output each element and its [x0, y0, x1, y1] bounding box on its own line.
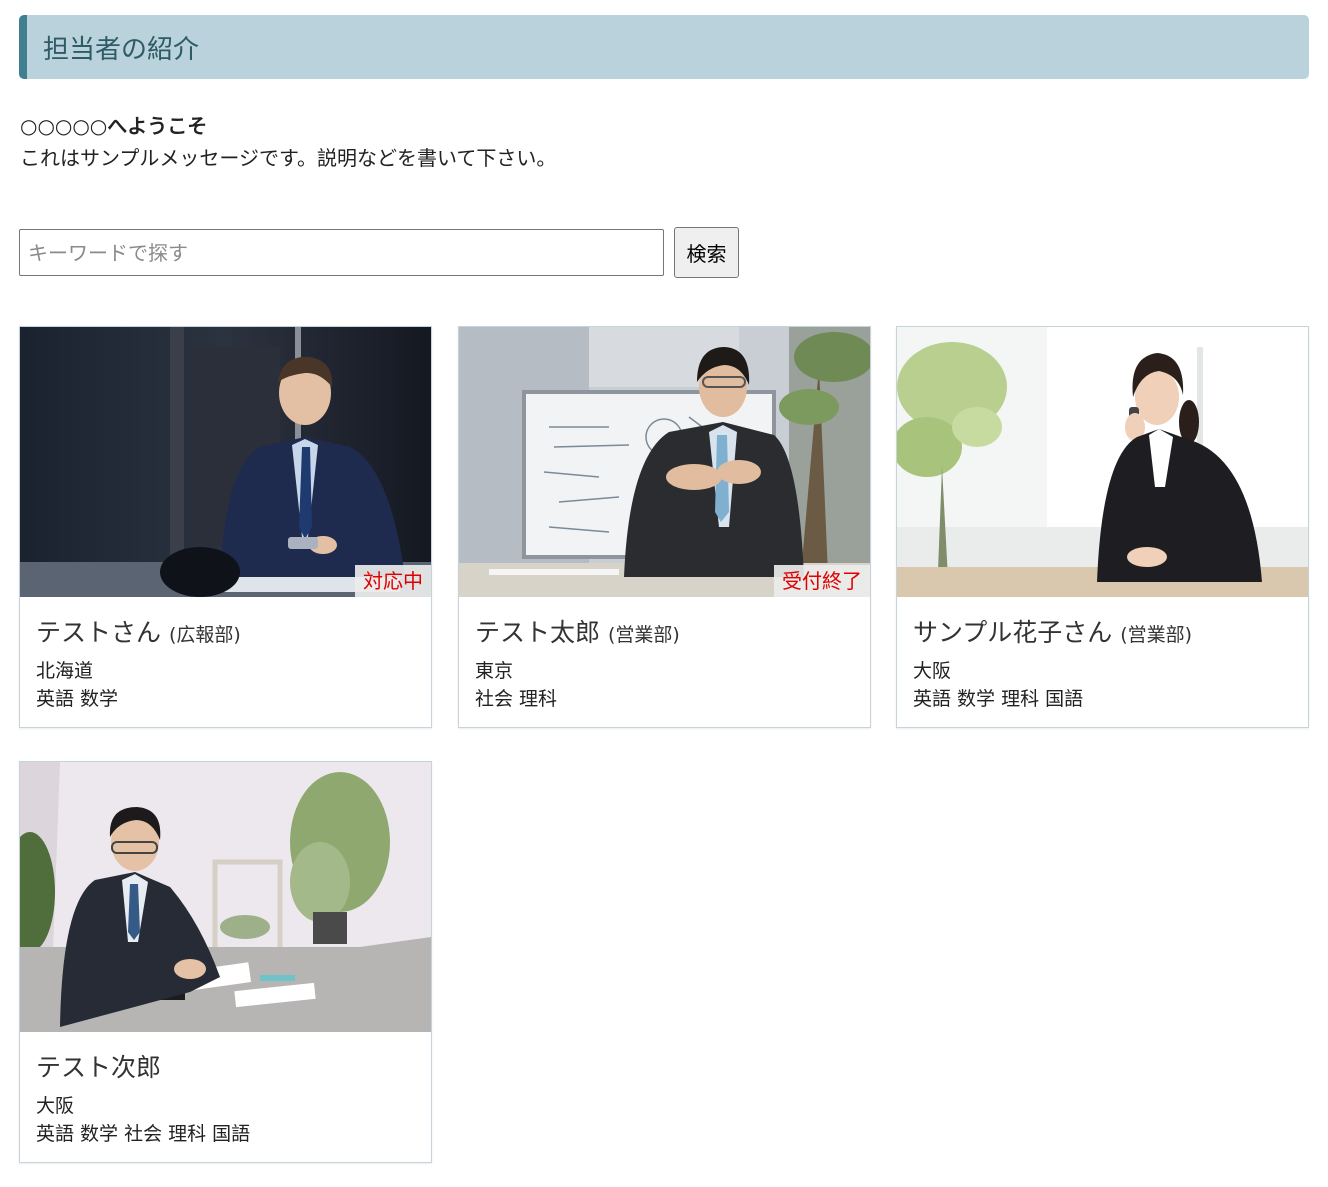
staff-name-line: テスト次郎 [36, 1048, 161, 1084]
page: 担当者の紹介 ○○○○○へようこそ これはサンプルメッセージです。説明などを書い… [0, 0, 1328, 1187]
staff-department: (営業部) [607, 624, 680, 646]
status-badge: 受付終了 [774, 565, 870, 597]
search-button[interactable]: 検索 [674, 227, 739, 278]
staff-photo: 対応中 [20, 327, 431, 597]
staff-name-line: サンプル花子さん (営業部) [913, 613, 1192, 649]
staff-department: (広報部) [168, 624, 241, 646]
staff-region: 北海道 [36, 660, 94, 682]
intro-block: ○○○○○へようこそ これはサンプルメッセージです。説明などを書いて下さい。 [20, 110, 1020, 174]
staff-subjects: 英語 数学 [36, 688, 119, 710]
staff-name: テストさん [36, 618, 162, 647]
page-heading: 担当者の紹介 [19, 15, 1309, 79]
page-title: 担当者の紹介 [43, 34, 200, 65]
staff-region: 大阪 [36, 1095, 75, 1117]
status-badge: 対応中 [355, 565, 431, 597]
staff-region: 大阪 [913, 660, 952, 682]
staff-name-line: テストさん (広報部) [36, 613, 241, 649]
staff-name: サンプル花子さん [913, 618, 1113, 647]
search-input[interactable] [19, 229, 664, 276]
staff-card[interactable]: 受付終了 テスト太郎 (営業部) 東京 社会 理科 [458, 326, 871, 728]
intro-message: これはサンプルメッセージです。説明などを書いて下さい。 [20, 146, 557, 170]
welcome-text: ○○○○○へようこそ [20, 114, 208, 138]
staff-subjects: 英語 数学 社会 理科 国語 [36, 1123, 251, 1145]
staff-name-line: テスト太郎 (営業部) [475, 613, 680, 649]
staff-name: テスト次郎 [36, 1053, 162, 1082]
staff-name: テスト太郎 [475, 618, 601, 647]
staff-region: 東京 [475, 660, 514, 682]
staff-card[interactable]: 対応中 テストさん (広報部) 北海道 英語 数学 [19, 326, 432, 728]
staff-card[interactable]: テスト次郎 大阪 英語 数学 社会 理科 国語 [19, 761, 432, 1163]
staff-department: (営業部) [1120, 624, 1193, 646]
staff-card[interactable]: サンプル花子さん (営業部) 大阪 英語 数学 理科 国語 [896, 326, 1309, 728]
staff-subjects: 英語 数学 理科 国語 [913, 688, 1084, 710]
staff-photo: 受付終了 [459, 327, 870, 597]
staff-photo [20, 762, 431, 1032]
staff-subjects: 社会 理科 [475, 688, 558, 710]
staff-photo [897, 327, 1308, 597]
